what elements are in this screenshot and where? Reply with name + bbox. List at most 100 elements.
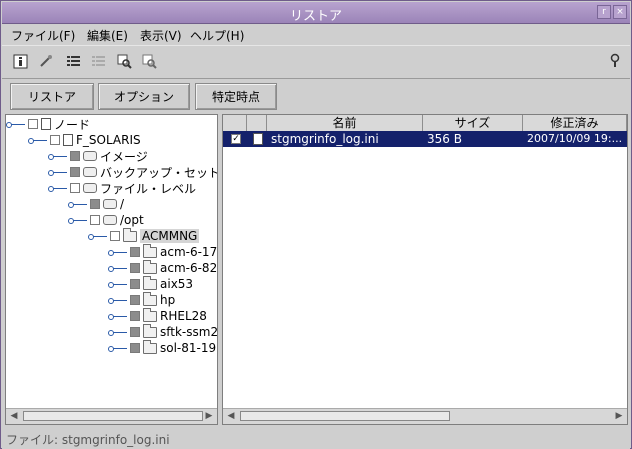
folder-icon — [143, 259, 157, 274]
info-icon[interactable] — [11, 52, 29, 70]
checkbox[interactable] — [130, 343, 140, 353]
toolbar — [2, 45, 630, 79]
scroll-thumb[interactable] — [23, 411, 203, 421]
list-icon[interactable] — [64, 52, 82, 70]
header-name[interactable]: 名前 — [267, 115, 423, 131]
header-type[interactable] — [247, 115, 267, 131]
tree-item-child[interactable]: acm-6-82 — [108, 259, 217, 276]
tree-item-root[interactable]: ノード — [6, 116, 91, 132]
list-horizontal-scrollbar[interactable]: ◀ ▶ — [223, 408, 627, 424]
tree-label: ファイル・レベル — [100, 181, 197, 196]
tree-pane: ノード F_SOLARIS イメージ バックアップ・セット ファイル・レベル /… — [5, 114, 218, 425]
checkbox[interactable] — [130, 327, 140, 337]
network-icon — [41, 118, 51, 130]
tree-item-file-level[interactable]: ファイル・レベル — [48, 180, 197, 196]
scroll-left-icon[interactable]: ◀ — [8, 410, 20, 422]
tree-label: RHEL28 — [160, 309, 207, 323]
file-name: stgmgrinfo_log.ini — [271, 132, 379, 146]
tree-label: / — [120, 197, 125, 211]
tree-item-child[interactable]: aix53 — [108, 275, 193, 292]
image-icon — [83, 151, 97, 161]
connector-icon — [28, 137, 47, 144]
checkbox[interactable] — [28, 119, 38, 129]
action-button-row: リストア オプション 特定時点 — [2, 80, 630, 113]
connector-icon — [48, 185, 67, 192]
folder-open-icon — [123, 227, 137, 242]
menu-help[interactable]: ヘルプ(H) — [190, 27, 244, 44]
tree-item-image[interactable]: イメージ — [48, 148, 148, 164]
options-button[interactable]: オプション — [98, 83, 190, 110]
tree-item-child[interactable]: acm-6-17 — [108, 243, 217, 260]
tree-label: ACMMNG — [140, 229, 200, 243]
tree-item-child[interactable]: RHEL28 — [108, 307, 207, 324]
folder-icon — [143, 307, 157, 322]
connector-icon — [108, 265, 127, 272]
tree-item-backup-set[interactable]: バックアップ・セット — [48, 164, 217, 180]
scroll-right-icon[interactable]: ▶ — [203, 410, 215, 422]
checkbox[interactable] — [70, 167, 80, 177]
folder-icon — [143, 323, 157, 338]
point-in-time-button[interactable]: 特定時点 — [195, 83, 277, 110]
help-icon[interactable] — [606, 52, 624, 70]
find-icon[interactable] — [115, 52, 133, 70]
file-modified: 2007/10/09 19:... — [527, 132, 623, 145]
folder-icon — [143, 291, 157, 306]
minimize-button[interactable]: r — [597, 5, 611, 19]
tree-label: ノード — [54, 117, 91, 132]
tree-label: /opt — [120, 213, 144, 227]
menu-edit[interactable]: 編集(E) — [87, 27, 128, 44]
scroll-right-icon[interactable]: ▶ — [613, 410, 625, 422]
menu-view[interactable]: 表示(V) — [140, 27, 182, 44]
find-next-icon[interactable] — [140, 52, 158, 70]
menu-file[interactable]: ファイル(F) — [11, 27, 75, 44]
table-row[interactable]: ✓ stgmgrinfo_log.ini 356 B 2007/10/09 19… — [223, 131, 627, 147]
list-disabled-icon — [89, 52, 107, 70]
tree-horizontal-scrollbar[interactable]: ◀ ▶ — [6, 408, 217, 424]
checkbox[interactable] — [130, 263, 140, 273]
drive-icon — [83, 183, 97, 193]
status-text: ファイル: stgmgrinfo_log.ini — [6, 433, 170, 447]
title-bar: リストア r × — [2, 2, 630, 24]
tree-item-child[interactable]: sftk-ssm2 — [108, 323, 218, 340]
folder-icon — [143, 243, 157, 258]
tree-item-root-dir[interactable]: / — [68, 196, 125, 212]
connector-icon — [68, 201, 87, 208]
checkbox[interactable] — [130, 311, 140, 321]
window-title: リストア — [289, 9, 342, 24]
header-check[interactable] — [223, 115, 247, 131]
tree-item-selected-dir[interactable]: ACMMNG — [88, 227, 200, 244]
row-checkbox[interactable]: ✓ — [231, 134, 241, 144]
checkbox[interactable] — [70, 151, 80, 161]
connector-icon — [68, 217, 87, 224]
tree-label: sftk-ssm2 — [160, 325, 218, 339]
status-bar: ファイル: stgmgrinfo_log.ini — [2, 429, 630, 449]
tree-label: イメージ — [100, 149, 148, 164]
drive-icon — [103, 199, 117, 209]
checkbox[interactable] — [50, 135, 60, 145]
checkbox[interactable] — [90, 199, 100, 209]
connector-icon — [6, 121, 25, 128]
restore-window: リストア r × ファイル(F) 編集(E) 表示(V) ヘルプ(H) リストア… — [0, 0, 632, 449]
scroll-left-icon[interactable]: ◀ — [225, 410, 237, 422]
checkbox[interactable] — [70, 183, 80, 193]
close-button[interactable]: × — [613, 5, 627, 19]
tree-item-child[interactable]: hp — [108, 291, 175, 308]
checkbox[interactable] — [110, 231, 120, 241]
restore-button[interactable]: リストア — [10, 83, 94, 110]
drive-icon — [103, 215, 117, 225]
brush-icon[interactable] — [36, 52, 54, 70]
tree-item-opt-dir[interactable]: /opt — [68, 212, 144, 228]
header-modified[interactable]: 修正済み — [523, 115, 627, 131]
tree-item-child[interactable]: sol-81-19 — [108, 339, 217, 356]
scroll-thumb[interactable] — [240, 411, 450, 421]
connector-icon — [48, 169, 67, 176]
checkbox[interactable] — [130, 247, 140, 257]
computer-icon — [63, 134, 73, 146]
checkbox[interactable] — [130, 279, 140, 289]
header-size[interactable]: サイズ — [423, 115, 523, 131]
connector-icon — [108, 329, 127, 336]
checkbox[interactable] — [130, 295, 140, 305]
checkbox[interactable] — [90, 215, 100, 225]
tree-item-node[interactable]: F_SOLARIS — [28, 132, 141, 148]
tree-label: sol-81-19 — [160, 341, 217, 355]
